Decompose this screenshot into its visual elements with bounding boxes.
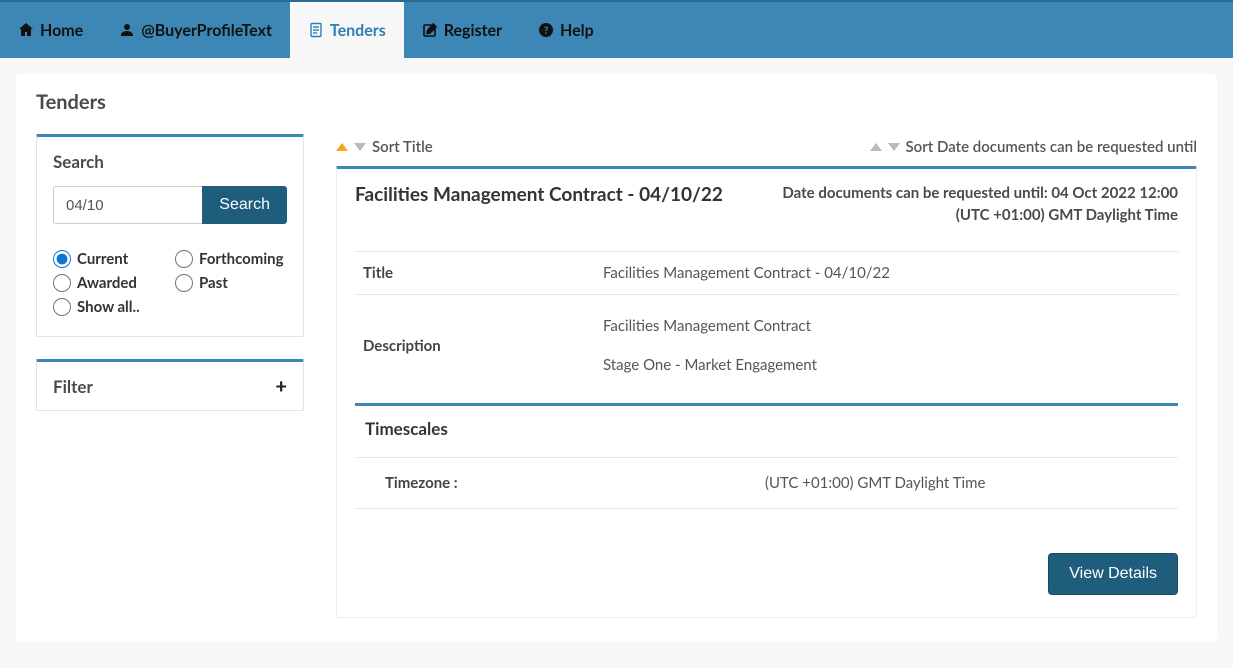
sort-title-label: Sort Title — [372, 138, 433, 156]
radio-past-label: Past — [199, 274, 228, 292]
timescales-section: Timescales Timezone : (UTC +01:00) GMT D… — [355, 403, 1178, 509]
sort-date-desc-icon — [888, 143, 900, 151]
tender-result-card: Facilities Management Contract - 04/10/2… — [336, 166, 1197, 618]
search-input[interactable] — [53, 186, 202, 224]
detail-desc-label: Description — [355, 294, 595, 397]
search-filter-options: Current Forthcoming Awarded Past — [53, 248, 287, 318]
nav-help[interactable]: ? Help — [520, 2, 612, 58]
radio-awarded-input[interactable] — [53, 274, 71, 292]
svg-text:?: ? — [544, 25, 549, 37]
filter-label: Filter — [53, 376, 93, 397]
radio-forthcoming-label: Forthcoming — [199, 250, 284, 268]
nav-help-label: Help — [560, 21, 594, 40]
radio-current-label: Current — [77, 250, 128, 268]
radio-showall-input[interactable] — [53, 298, 71, 316]
nav-home-label: Home — [40, 21, 83, 40]
search-button[interactable]: Search — [202, 186, 287, 224]
detail-desc-line1: Facilities Management Contract — [603, 307, 1170, 346]
page-title: Tenders — [36, 90, 1197, 114]
radio-showall-label: Show all.. — [77, 298, 140, 316]
sort-date-label: Sort Date documents can be requested unt… — [906, 138, 1197, 156]
detail-desc-value: Facilities Management Contract Stage One… — [595, 294, 1178, 397]
sort-title-asc-icon — [336, 143, 348, 151]
radio-forthcoming-input[interactable] — [175, 250, 193, 268]
sort-bar: Sort Title Sort Date documents can be re… — [336, 134, 1197, 166]
nav-buyer-label: @BuyerProfileText — [141, 21, 272, 40]
radio-past[interactable]: Past — [175, 272, 287, 294]
search-panel: Search Search Current Forthcoming — [36, 134, 304, 337]
timezone-label: Timezone : — [385, 474, 765, 492]
view-details-button[interactable]: View Details — [1048, 553, 1178, 595]
user-icon — [119, 22, 135, 38]
timezone-row: Timezone : (UTC +01:00) GMT Daylight Tim… — [355, 457, 1178, 509]
result-meta: Date documents can be requested until: 0… — [782, 183, 1178, 227]
radio-showall[interactable]: Show all.. — [53, 296, 165, 318]
detail-table: Title Facilities Management Contract - 0… — [355, 251, 1178, 397]
radio-past-input[interactable] — [175, 274, 193, 292]
plus-icon: + — [275, 374, 287, 398]
results-area: Sort Title Sort Date documents can be re… — [336, 134, 1197, 618]
detail-desc-line2: Stage One - Market Engagement — [603, 346, 1170, 385]
sort-title-desc-icon — [354, 143, 366, 151]
timescales-heading: Timescales — [355, 418, 1178, 439]
help-icon: ? — [538, 22, 554, 38]
detail-title-label: Title — [355, 251, 595, 294]
detail-row-description: Description Facilities Management Contra… — [355, 294, 1178, 397]
home-icon — [18, 22, 34, 38]
nav-buyer-profile[interactable]: @BuyerProfileText — [101, 2, 290, 58]
sort-date-asc-icon — [870, 143, 882, 151]
nav-register-label: Register — [444, 21, 502, 40]
edit-icon — [422, 22, 438, 38]
nav-tenders[interactable]: Tenders — [290, 2, 404, 58]
filter-panel[interactable]: Filter + — [36, 359, 304, 411]
timezone-value: (UTC +01:00) GMT Daylight Time — [765, 474, 985, 492]
sort-by-date[interactable]: Sort Date documents can be requested unt… — [870, 138, 1197, 156]
result-meta-date: Date documents can be requested until: 0… — [782, 183, 1178, 205]
radio-awarded[interactable]: Awarded — [53, 272, 165, 294]
nav-tenders-label: Tenders — [330, 21, 386, 40]
detail-row-title: Title Facilities Management Contract - 0… — [355, 251, 1178, 294]
nav-home[interactable]: Home — [0, 2, 101, 58]
document-icon — [308, 22, 324, 38]
radio-forthcoming[interactable]: Forthcoming — [175, 248, 287, 270]
nav-register[interactable]: Register — [404, 2, 520, 58]
main-container: Tenders Search Search Current Forthcomin… — [16, 74, 1217, 642]
result-meta-tz: (UTC +01:00) GMT Daylight Time — [782, 205, 1178, 227]
top-navigation: Home @BuyerProfileText Tenders Register … — [0, 0, 1233, 58]
result-title: Facilities Management Contract - 04/10/2… — [355, 183, 723, 227]
radio-current-input[interactable] — [53, 250, 71, 268]
sort-by-title[interactable]: Sort Title — [336, 138, 433, 156]
sidebar: Search Search Current Forthcoming — [36, 134, 304, 618]
radio-awarded-label: Awarded — [77, 274, 137, 292]
search-panel-title: Search — [53, 151, 287, 172]
detail-title-value: Facilities Management Contract - 04/10/2… — [595, 251, 1178, 294]
radio-current[interactable]: Current — [53, 248, 165, 270]
